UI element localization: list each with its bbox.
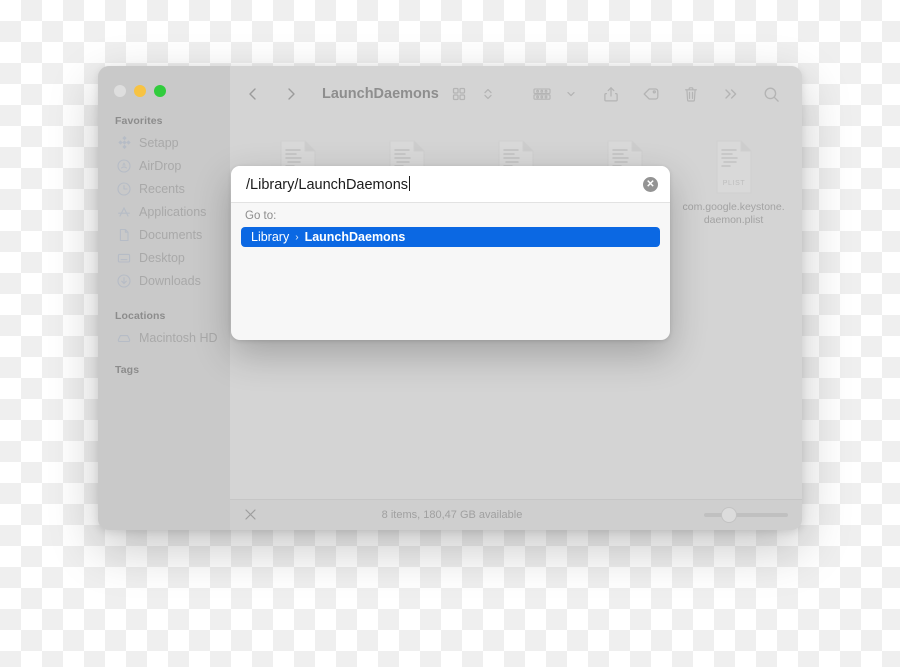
traffic-light-buttons (98, 75, 230, 97)
go-to-folder-input-row[interactable]: /Library/LaunchDaemons ✕ (231, 166, 670, 203)
forward-button[interactable] (278, 83, 304, 105)
sidebar-item-setapp[interactable]: Setapp (98, 131, 230, 154)
group-by-controls (529, 83, 584, 105)
screenshot-canvas: Favorites Setapp AirDrop Recents Applica… (0, 0, 900, 667)
plist-file-icon: PLIST (710, 138, 758, 196)
sidebar-item-label: Recents (139, 181, 185, 196)
view-controls (446, 83, 501, 105)
sidebar-item-label: Desktop (139, 250, 185, 265)
grid-view-icon[interactable] (446, 83, 472, 105)
tag-icon[interactable] (638, 83, 664, 105)
clock-icon (116, 181, 131, 196)
document-icon (116, 227, 131, 242)
sidebar-item-label: Documents (139, 227, 203, 242)
sidebar-item-label: Applications (139, 204, 207, 219)
icon-size-slider[interactable] (704, 507, 788, 523)
sidebar-item-label: Setapp (139, 135, 179, 150)
desktop-icon (116, 250, 131, 265)
go-to-suggestion-row[interactable]: Library › LaunchDaemons (241, 227, 660, 247)
suggestion-folder-name: LaunchDaemons (304, 230, 406, 244)
sidebar-item-desktop[interactable]: Desktop (98, 246, 230, 269)
sidebar-item-downloads[interactable]: Downloads (98, 269, 230, 292)
go-to-suggestions-list: Go to: Library › LaunchDaemons (231, 203, 670, 340)
go-to-section-label: Go to: (245, 210, 277, 222)
share-icon[interactable] (598, 83, 624, 105)
sidebar-group-locations-title: Locations (115, 310, 166, 322)
file-item[interactable]: PLIST com.google.keystone.daemon.plist (679, 132, 788, 227)
navigation-buttons (240, 83, 304, 105)
status-bar: 8 items, 180,47 GB available (230, 499, 802, 530)
trash-icon[interactable] (678, 83, 704, 105)
slider-knob[interactable] (721, 507, 737, 523)
text-caret (409, 175, 411, 191)
harddisk-icon (116, 330, 131, 345)
toolbar: LaunchDaemons (230, 66, 802, 122)
go-to-folder-dialog: /Library/LaunchDaemons ✕ Go to: Library … (231, 166, 670, 340)
sidebar-group-tags-title: Tags (115, 364, 140, 376)
chevron-down-icon[interactable] (558, 83, 584, 105)
sidebar-item-recents[interactable]: Recents (98, 177, 230, 200)
airdrop-icon (116, 158, 131, 173)
more-chevrons-icon[interactable] (718, 83, 744, 105)
minimize-window-button[interactable] (134, 85, 146, 97)
window-title: LaunchDaemons (322, 86, 439, 102)
group-by-icon[interactable] (529, 83, 555, 105)
sidebar-item-macintosh-hd[interactable]: Macintosh HD (98, 326, 230, 349)
sidebar-item-airdrop[interactable]: AirDrop (98, 154, 230, 177)
sidebar-item-label: AirDrop (139, 158, 182, 173)
plist-badge-text: PLIST (722, 180, 745, 187)
search-icon[interactable] (758, 83, 784, 105)
path-separator-icon: › (295, 231, 299, 243)
slider-track (704, 513, 788, 517)
download-icon (116, 273, 131, 288)
sidebar-item-applications[interactable]: Applications (98, 200, 230, 223)
setapp-icon (116, 135, 131, 150)
zoom-window-button[interactable] (154, 85, 166, 97)
sidebar-item-documents[interactable]: Documents (98, 223, 230, 246)
suggestion-parent-path: Library (251, 230, 290, 244)
clear-circle-icon[interactable]: ✕ (643, 176, 658, 192)
file-name: com.google.keystone.daemon.plist (682, 201, 785, 226)
sidebar-item-label: Downloads (139, 273, 201, 288)
chevron-up-down-icon[interactable] (475, 83, 501, 105)
close-window-button[interactable] (114, 85, 126, 97)
back-button[interactable] (240, 83, 266, 105)
go-to-folder-input-value: /Library/LaunchDaemons (246, 176, 409, 193)
applications-icon (116, 204, 131, 219)
sidebar-item-label: Macintosh HD (139, 330, 218, 345)
sidebar-group-favorites-title: Favorites (115, 115, 163, 127)
go-to-folder-input[interactable]: /Library/LaunchDaemons (246, 175, 643, 193)
sidebar: Favorites Setapp AirDrop Recents Applica… (98, 66, 230, 530)
status-text: 8 items, 180,47 GB available (381, 509, 523, 521)
